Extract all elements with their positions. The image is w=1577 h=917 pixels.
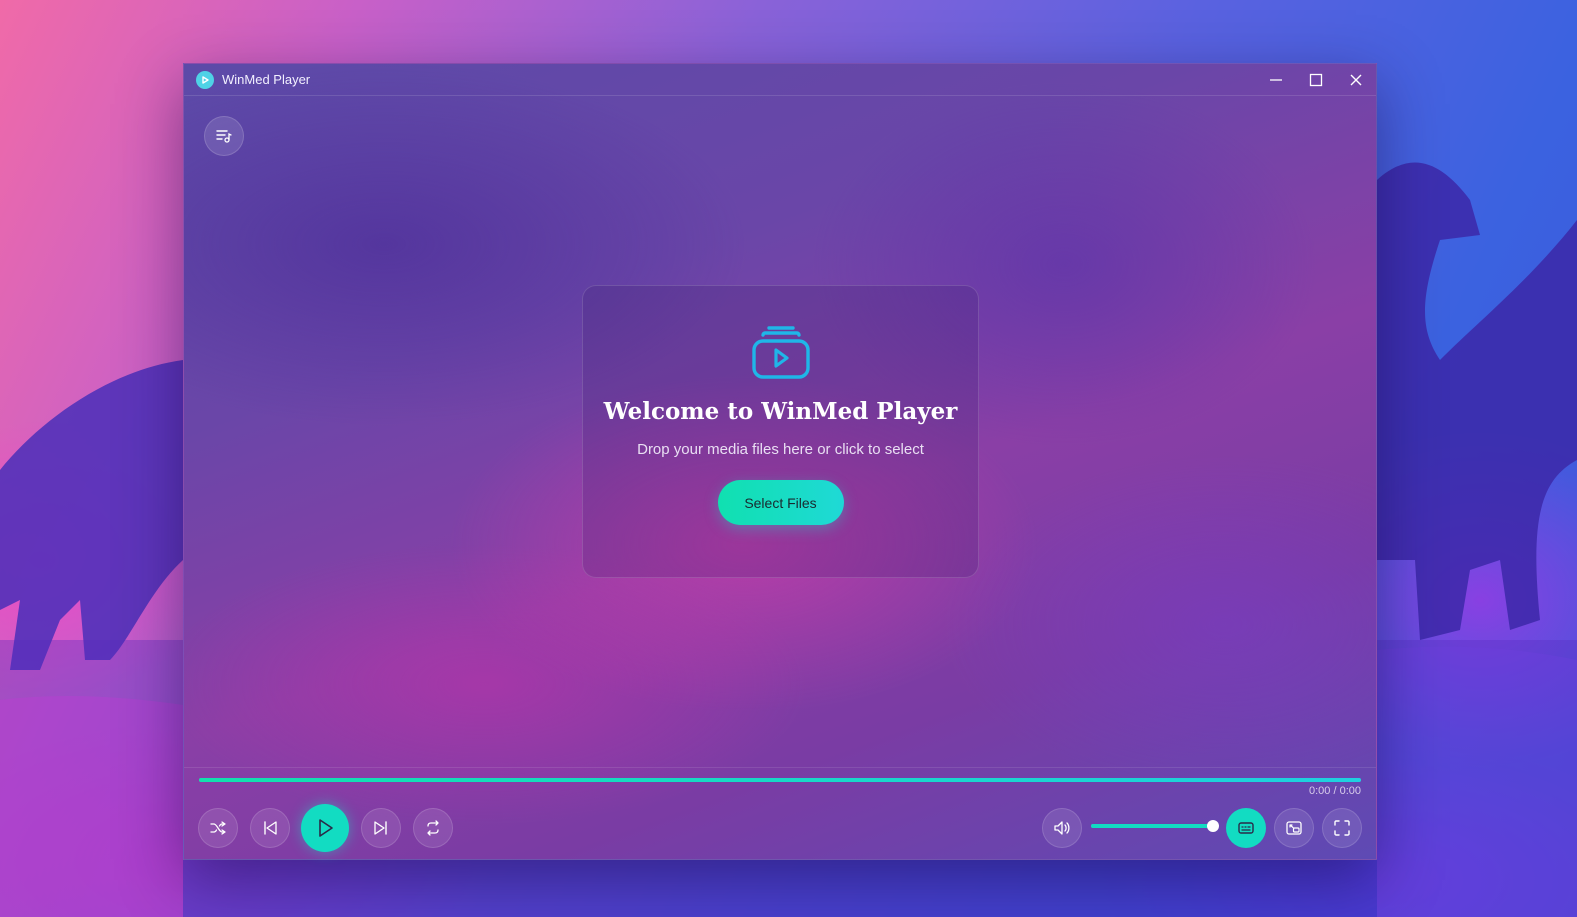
subtitles-icon <box>1238 822 1254 834</box>
playlist-icon <box>216 130 232 143</box>
seek-bar[interactable] <box>199 778 1361 782</box>
drop-zone-card[interactable]: Welcome to WinMed Player Drop your media… <box>582 285 979 578</box>
maximize-icon <box>1309 73 1323 86</box>
fullscreen-icon <box>1334 820 1350 836</box>
previous-button[interactable] <box>250 808 290 848</box>
shuffle-icon <box>210 821 226 835</box>
picture-in-picture-button[interactable] <box>1274 808 1314 848</box>
window-controls <box>1256 64 1376 95</box>
giraffe-right-silhouette <box>1377 162 1577 640</box>
close-button[interactable] <box>1336 64 1376 95</box>
fullscreen-button[interactable] <box>1322 808 1362 848</box>
play-circle-icon <box>196 70 214 89</box>
window-title: WinMed Player <box>222 72 311 87</box>
picture-in-picture-icon <box>1286 821 1302 835</box>
playlist-button[interactable] <box>204 116 244 156</box>
subtitles-button[interactable] <box>1226 808 1266 848</box>
repeat-button[interactable] <box>413 808 453 848</box>
title-bar[interactable]: WinMed Player <box>184 64 1376 96</box>
next-button[interactable] <box>361 808 401 848</box>
welcome-title: Welcome to WinMed Player <box>603 398 958 425</box>
playback-controls: 0:00 / 0:00 <box>184 767 1376 859</box>
giraffe-left-silhouette <box>0 360 183 670</box>
repeat-icon <box>427 820 439 836</box>
media-stack-play-icon <box>751 326 810 379</box>
player-window: WinMed Player Welcome to WinMed Player D… <box>183 63 1377 860</box>
volume-slider-fill <box>1091 824 1213 828</box>
welcome-subtitle: Drop your media files here or click to s… <box>637 441 924 458</box>
skip-forward-icon <box>374 821 387 835</box>
select-files-button[interactable]: Select Files <box>717 480 844 525</box>
play-icon <box>319 819 333 837</box>
minimize-icon <box>1270 78 1282 81</box>
close-icon <box>1350 74 1362 85</box>
volume-slider[interactable] <box>1091 820 1219 832</box>
minimize-button[interactable] <box>1256 64 1296 95</box>
play-button[interactable] <box>301 804 349 852</box>
seek-bar-fill <box>199 778 1361 782</box>
skip-back-icon <box>264 821 277 835</box>
volume-button[interactable] <box>1042 808 1082 848</box>
shuffle-button[interactable] <box>198 808 238 848</box>
volume-icon <box>1054 821 1070 835</box>
maximize-button[interactable] <box>1296 64 1336 95</box>
time-display: 0:00 / 0:00 <box>1309 785 1361 797</box>
volume-slider-thumb[interactable] <box>1207 820 1219 832</box>
